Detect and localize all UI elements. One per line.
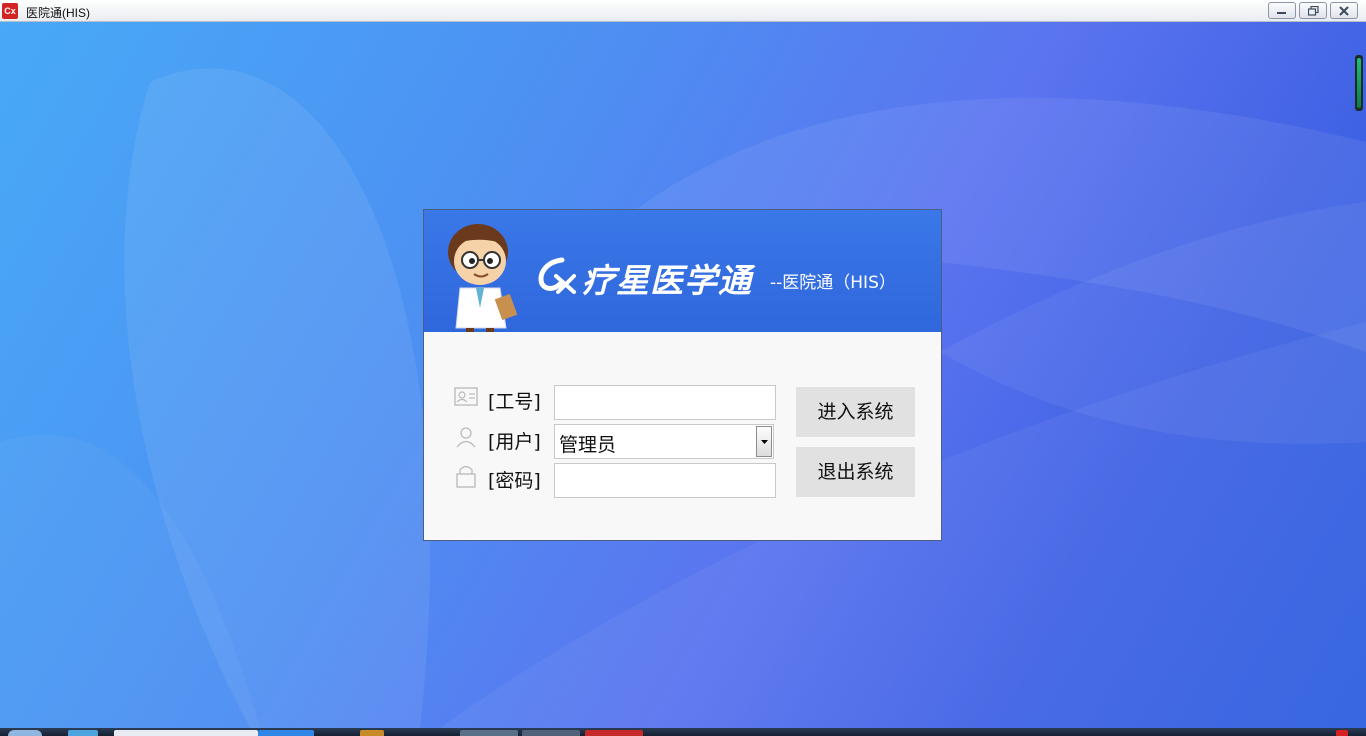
close-button[interactable] — [1330, 2, 1358, 19]
lock-icon — [456, 465, 476, 488]
brand-name: 疗星医学通 — [582, 261, 752, 300]
taskbar-search-box[interactable] — [114, 730, 258, 736]
exit-button[interactable]: 退出系统 — [796, 447, 915, 497]
login-button[interactable]: 进入系统 — [796, 387, 915, 437]
taskbar-app-2[interactable] — [522, 730, 580, 736]
dropdown-arrow-icon[interactable] — [756, 426, 772, 457]
restore-button[interactable] — [1299, 2, 1327, 19]
taskbar-app-1[interactable] — [460, 730, 518, 736]
window-title: 医院通(HIS) — [26, 6, 90, 20]
window-titlebar: Cx 医院通(HIS) — [0, 0, 1366, 22]
taskbar — [0, 728, 1366, 736]
taskbar-app-active[interactable] — [258, 730, 314, 736]
user-label: [用户] — [488, 431, 541, 453]
password-input[interactable] — [554, 463, 776, 498]
id-card-icon — [454, 387, 478, 406]
id-input[interactable] — [554, 385, 776, 420]
taskbar-app-folder[interactable] — [360, 730, 384, 736]
login-form: [工号] [用户] 管理员 [密码] 进入系统 退出系统 — [424, 332, 941, 540]
taskbar-app-browser[interactable] — [68, 730, 98, 736]
user-select-value: 管理员 — [559, 434, 617, 456]
start-button[interactable] — [8, 730, 42, 736]
brand-subtitle: --医院通（HIS） — [770, 273, 896, 293]
brand-logo-icon — [538, 257, 576, 294]
login-dialog: 疗星医学通 --医院通（HIS） [工号] [用户] 管理员 [密码] 进入系统… — [423, 209, 942, 541]
doctor-mascot-icon — [448, 224, 518, 348]
id-label: [工号] — [488, 391, 541, 413]
dialog-header: 疗星医学通 --医院通（HIS） — [424, 210, 941, 348]
user-select[interactable]: 管理员 — [554, 424, 774, 459]
app-logo-icon: Cx — [2, 3, 18, 19]
minimize-button[interactable] — [1268, 2, 1296, 19]
taskbar-app-his[interactable] — [585, 730, 643, 736]
scrollbar-thumb[interactable] — [1355, 55, 1363, 111]
tray-icon[interactable] — [1336, 730, 1348, 736]
password-label: [密码] — [488, 470, 541, 492]
user-icon — [456, 427, 476, 448]
